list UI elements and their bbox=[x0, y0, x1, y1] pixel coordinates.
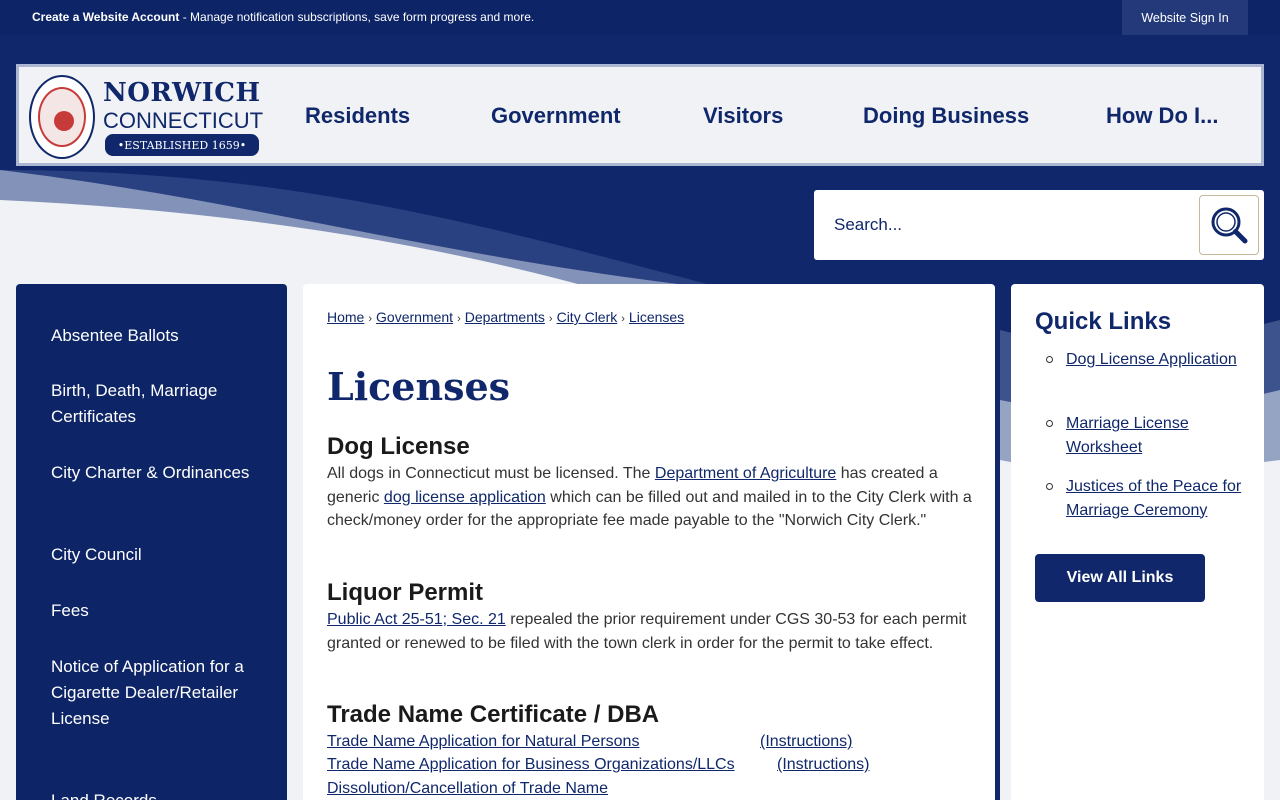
quick-link-justices-of-peace[interactable]: Justices of the Peace for Marriage Cerem… bbox=[1066, 475, 1251, 522]
breadcrumb-government[interactable]: Government bbox=[376, 309, 453, 325]
public-act-link[interactable]: Public Act 25-51; Sec. 21 bbox=[327, 611, 506, 628]
dog-license-application-link[interactable]: dog license application bbox=[384, 489, 546, 506]
account-banner: Create a Website Account - Manage notifi… bbox=[32, 10, 534, 24]
view-all-links-button[interactable]: View All Links bbox=[1035, 554, 1205, 602]
website-sign-in-button[interactable]: Website Sign In bbox=[1122, 0, 1248, 35]
quick-link-dog-license[interactable]: Dog License Application bbox=[1066, 348, 1251, 372]
nav-visitors[interactable]: Visitors bbox=[703, 103, 783, 129]
bullet-icon bbox=[1046, 356, 1053, 363]
sidebar-item-fees[interactable]: Fees bbox=[51, 598, 251, 624]
instructions-business-link[interactable]: (Instructions) bbox=[777, 756, 869, 774]
search-button[interactable] bbox=[1199, 195, 1259, 255]
instructions-natural-persons-link[interactable]: (Instructions) bbox=[760, 733, 852, 751]
logo-line-2: CONNECTICUT bbox=[103, 108, 264, 133]
dog-license-text: All dogs in Connecticut must be licensed… bbox=[327, 465, 972, 529]
breadcrumb-city-clerk[interactable]: City Clerk bbox=[557, 309, 618, 325]
account-banner-text: - Manage notification subscriptions, sav… bbox=[179, 10, 535, 24]
trade-name-business-link[interactable]: Trade Name Application for Business Orga… bbox=[327, 756, 735, 774]
sidebar-item-city-charter[interactable]: City Charter & Ordinances bbox=[51, 460, 251, 486]
search-input[interactable] bbox=[824, 204, 1194, 246]
quick-links-title: Quick Links bbox=[1035, 308, 1172, 335]
page-title: Licenses bbox=[327, 364, 511, 409]
bullet-icon bbox=[1046, 483, 1053, 490]
trade-name-heading: Trade Name Certificate / DBA bbox=[327, 701, 660, 728]
breadcrumb-home[interactable]: Home bbox=[327, 309, 364, 325]
search-box bbox=[814, 190, 1264, 260]
city-seal-icon bbox=[29, 75, 95, 159]
search-icon bbox=[1211, 207, 1248, 244]
nav-government[interactable]: Government bbox=[491, 103, 621, 129]
logo-line-3: •ESTABLISHED 1659• bbox=[105, 134, 259, 156]
site-header: NORWICH CONNECTICUT •ESTABLISHED 1659• R… bbox=[16, 64, 1264, 166]
breadcrumb-departments[interactable]: Departments bbox=[465, 309, 545, 325]
sidebar-item-land-records[interactable]: Land Records bbox=[51, 788, 251, 800]
nav-doing-business[interactable]: Doing Business bbox=[863, 103, 1029, 129]
liquor-permit-heading: Liquor Permit bbox=[327, 579, 484, 606]
city-logo[interactable]: NORWICH CONNECTICUT •ESTABLISHED 1659• bbox=[27, 72, 263, 160]
sidebar-nav: Absentee Ballots Birth, Death, Marriage … bbox=[16, 284, 287, 800]
logo-line-1: NORWICH bbox=[103, 78, 261, 108]
dog-license-heading: Dog License bbox=[327, 433, 470, 460]
nav-how-do-i[interactable]: How Do I... bbox=[1106, 103, 1218, 129]
breadcrumb: Home › Government › Departments › City Clerk › L… bbox=[327, 309, 685, 325]
liquor-permit-text: Public Act 25-51; Sec. 21 repealed the p… bbox=[327, 611, 967, 652]
quick-link-marriage-worksheet[interactable]: Marriage License Worksheet bbox=[1066, 412, 1251, 459]
breadcrumb-licenses[interactable]: Licenses bbox=[629, 309, 684, 325]
sidebar-item-cigarette-notice[interactable]: Notice of Application for a Cigarette De… bbox=[51, 654, 251, 732]
sidebar-item-vital-certificates[interactable]: Birth, Death, Marriage Certificates bbox=[51, 378, 251, 430]
main-content: Home › Government › Departments › City Clerk › L… bbox=[303, 284, 995, 800]
quick-links-panel: Quick Links Dog License Application Marr… bbox=[1011, 284, 1264, 800]
sidebar-item-absentee-ballots[interactable]: Absentee Ballots bbox=[51, 323, 251, 349]
department-of-agriculture-link[interactable]: Department of Agriculture bbox=[655, 465, 836, 482]
bullet-icon bbox=[1046, 420, 1053, 427]
nav-residents[interactable]: Residents bbox=[305, 103, 410, 129]
sidebar-item-city-council[interactable]: City Council bbox=[51, 542, 251, 568]
dissolution-trade-name-link[interactable]: Dissolution/Cancellation of Trade Name bbox=[327, 780, 608, 798]
trade-name-natural-persons-link[interactable]: Trade Name Application for Natural Perso… bbox=[327, 733, 639, 751]
create-account-link[interactable]: Create a Website Account bbox=[32, 10, 179, 24]
top-bar: Create a Website Account - Manage notifi… bbox=[0, 0, 1280, 35]
